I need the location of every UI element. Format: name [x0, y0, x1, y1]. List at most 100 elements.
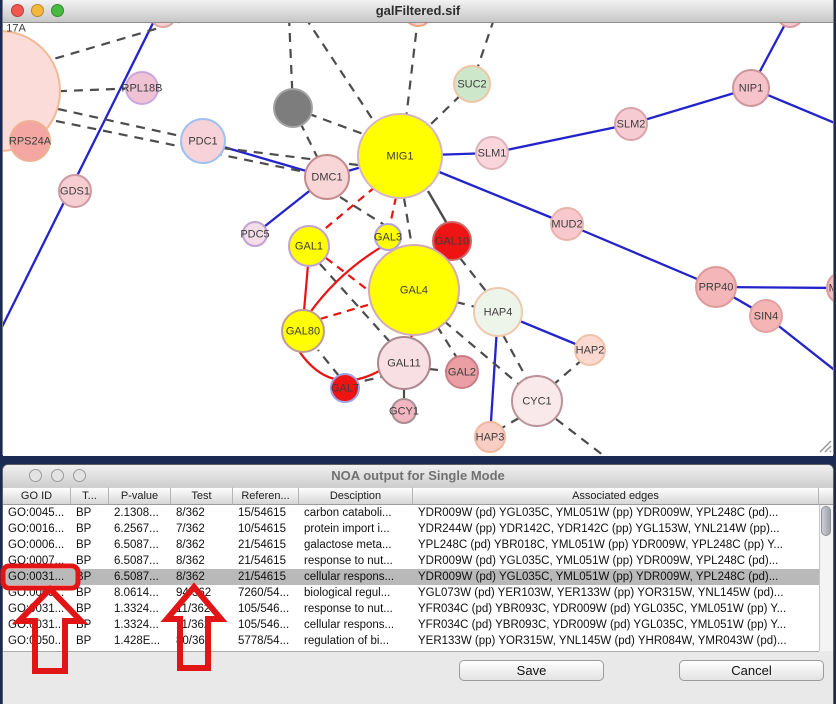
table-cell[interactable]: GO:0031...: [3, 617, 71, 633]
save-button[interactable]: Save: [459, 660, 604, 681]
table-cell[interactable]: BP: [71, 537, 109, 553]
column-header-t-[interactable]: T...: [71, 487, 109, 505]
table-cell[interactable]: 105/546...: [233, 601, 299, 617]
cancel-button[interactable]: Cancel: [679, 660, 824, 681]
network-window-titlebar[interactable]: galFiltered.sif: [3, 0, 833, 23]
graph-node-label: GAL3: [374, 232, 402, 244]
table-cell[interactable]: GO:0006...: [3, 537, 71, 553]
table-cell[interactable]: 1.428E...: [109, 633, 171, 649]
table-cell[interactable]: YDR009W (pd) YGL035C, YML051W (pp) YDR00…: [413, 505, 819, 521]
table-cell[interactable]: 94/362: [171, 585, 233, 601]
column-header-p-value[interactable]: P-value: [109, 487, 171, 505]
column-header-go-id[interactable]: GO ID: [3, 487, 71, 505]
table-cell[interactable]: galactose meta...: [299, 537, 413, 553]
table-cell[interactable]: 8/362: [171, 537, 233, 553]
table-cell[interactable]: 6.5087...: [109, 537, 171, 553]
table-cell[interactable]: GO:0007...: [3, 553, 71, 569]
graph-node[interactable]: [777, 23, 803, 27]
table-cell[interactable]: 1.3324...: [109, 601, 171, 617]
table-row[interactable]: GO:0031...BP1.3324...11/362105/546...res…: [3, 601, 819, 617]
table-row[interactable]: GO:0031...BP1.3324...11/362105/546...cel…: [3, 617, 819, 633]
table-row[interactable]: GO:0045...BP2.1308...8/36215/54615carbon…: [3, 505, 819, 521]
table-row[interactable]: GO:0065...BP8.0614...94/3627260/54...bio…: [3, 585, 819, 601]
resize-grip-icon[interactable]: [816, 437, 832, 453]
graph-node[interactable]: [150, 23, 176, 27]
noa-window-titlebar[interactable]: NOA output for Single Mode: [3, 465, 833, 488]
minimize-button[interactable]: [51, 469, 64, 482]
table-cell[interactable]: 5778/54...: [233, 633, 299, 649]
table-cell[interactable]: 80/362: [171, 633, 233, 649]
table-cell[interactable]: 8/362: [171, 553, 233, 569]
table-cell[interactable]: protein import i...: [299, 521, 413, 537]
close-button[interactable]: [29, 469, 42, 482]
graph-node-label: MIG1: [387, 151, 414, 163]
table-cell[interactable]: 8.0614...: [109, 585, 171, 601]
table-cell[interactable]: 8/362: [171, 569, 233, 585]
table-cell[interactable]: cellular respons...: [299, 617, 413, 633]
table-cell[interactable]: YDR244W (pp) YDR142C, YDR142C (pp) YGL15…: [413, 521, 819, 537]
graph-node-label: SLM1: [478, 148, 507, 160]
column-header-desciption[interactable]: Desciption: [299, 487, 413, 505]
zoom-button[interactable]: [73, 469, 86, 482]
table-cell[interactable]: cellular respons...: [299, 569, 413, 585]
table-cell[interactable]: BP: [71, 585, 109, 601]
table-cell[interactable]: 11/362: [171, 601, 233, 617]
graph-node[interactable]: [274, 89, 312, 127]
table-cell[interactable]: YPL248C (pd) YBR018C, YML051W (pp) YDR00…: [413, 537, 819, 553]
table-cell[interactable]: carbon cataboli...: [299, 505, 413, 521]
table-row[interactable]: GO:0016...BP6.2567...7/36210/54615protei…: [3, 521, 819, 537]
network-canvas[interactable]: 17ARPL18BRPS24AGDS1PDC1DMC1SUC2SLM1SLM2N…: [3, 23, 833, 456]
table-cell[interactable]: YDR009W (pd) YGL035C, YML051W (pp) YDR00…: [413, 553, 819, 569]
table-cell[interactable]: GO:0031...: [3, 601, 71, 617]
table-cell[interactable]: 6.5087...: [109, 553, 171, 569]
table-cell[interactable]: 21/54615: [233, 537, 299, 553]
column-header-associated-edges[interactable]: Associated edges: [413, 487, 819, 505]
table-cell[interactable]: GO:0045...: [3, 505, 71, 521]
table-cell[interactable]: YFR034C (pd) YBR093C, YDR009W (pd) YGL03…: [413, 617, 819, 633]
table-cell[interactable]: YGL073W (pd) YER103W, YER133W (pp) YOR31…: [413, 585, 819, 601]
table-row[interactable]: GO:0050...BP1.428E...80/3625778/54...reg…: [3, 633, 819, 649]
table-cell[interactable]: 10/54615: [233, 521, 299, 537]
table-cell[interactable]: 21/54615: [233, 569, 299, 585]
table-cell[interactable]: BP: [71, 601, 109, 617]
close-button[interactable]: [11, 4, 24, 17]
table-cell[interactable]: YFR034C (pd) YBR093C, YDR009W (pd) YGL03…: [413, 601, 819, 617]
table-cell[interactable]: 6.5087...: [109, 569, 171, 585]
table-cell[interactable]: GO:0050...: [3, 633, 71, 649]
minimize-button[interactable]: [31, 4, 44, 17]
table-cell[interactable]: 11/362: [171, 617, 233, 633]
table-cell[interactable]: 15/54615: [233, 505, 299, 521]
graph-node[interactable]: [404, 23, 432, 26]
table-row[interactable]: GO:0031...BP6.5087...8/36221/54615cellul…: [3, 569, 819, 585]
table-cell[interactable]: response to nut...: [299, 553, 413, 569]
table-cell[interactable]: BP: [71, 553, 109, 569]
table-cell[interactable]: GO:0031...: [3, 569, 71, 585]
vertical-scrollbar[interactable]: [819, 505, 833, 651]
table-cell[interactable]: YER133W (pp) YOR315W, YNL145W (pd) YHR08…: [413, 633, 819, 649]
table-row[interactable]: GO:0006...BP6.5087...8/36221/54615galact…: [3, 537, 819, 553]
table-row[interactable]: GO:0007...BP6.5087...8/36221/54615respon…: [3, 553, 819, 569]
column-header-test[interactable]: Test: [171, 487, 233, 505]
table-cell[interactable]: GO:0065...: [3, 585, 71, 601]
table-cell[interactable]: response to nut...: [299, 601, 413, 617]
table-cell[interactable]: 2.1308...: [109, 505, 171, 521]
table-cell[interactable]: 1.3324...: [109, 617, 171, 633]
table-cell[interactable]: BP: [71, 569, 109, 585]
scrollbar-thumb[interactable]: [821, 506, 831, 536]
table-cell[interactable]: BP: [71, 633, 109, 649]
table-cell[interactable]: 6.2567...: [109, 521, 171, 537]
table-cell[interactable]: BP: [71, 505, 109, 521]
column-header-referen-[interactable]: Referen...: [233, 487, 299, 505]
table-cell[interactable]: biological regul...: [299, 585, 413, 601]
table-cell[interactable]: 105/546...: [233, 617, 299, 633]
table-cell[interactable]: YDR009W (pd) YGL035C, YML051W (pp) YDR00…: [413, 569, 819, 585]
table-cell[interactable]: 7260/54...: [233, 585, 299, 601]
table-cell[interactable]: BP: [71, 617, 109, 633]
table-cell[interactable]: 21/54615: [233, 553, 299, 569]
zoom-button[interactable]: [51, 4, 64, 17]
table-cell[interactable]: BP: [71, 521, 109, 537]
table-cell[interactable]: 8/362: [171, 505, 233, 521]
table-cell[interactable]: GO:0016...: [3, 521, 71, 537]
table-cell[interactable]: 7/362: [171, 521, 233, 537]
table-cell[interactable]: regulation of bi...: [299, 633, 413, 649]
